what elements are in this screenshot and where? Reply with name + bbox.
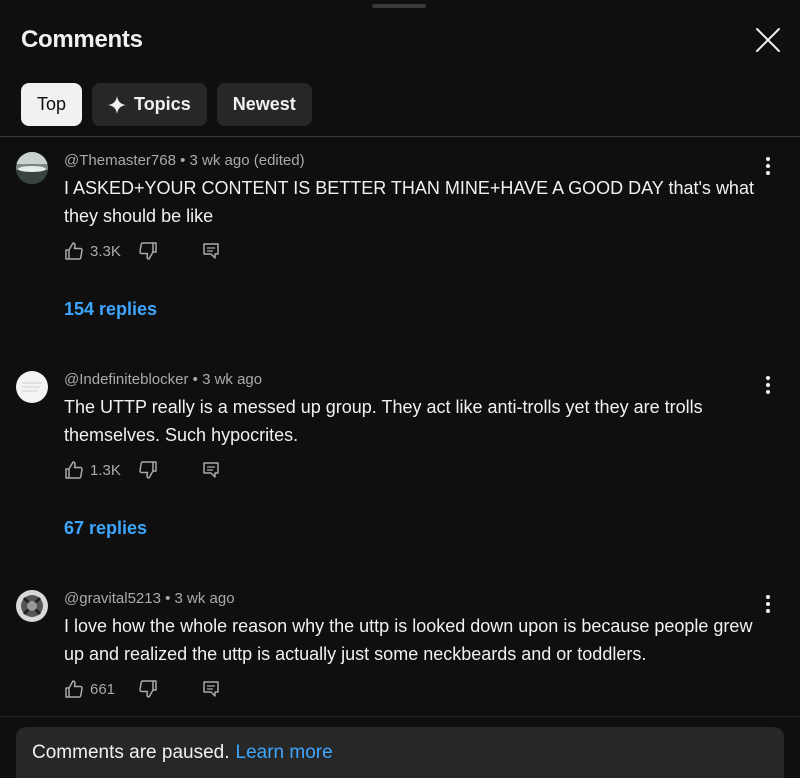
- comment-actions: 3.3K: [64, 240, 220, 262]
- reply-button[interactable]: [202, 461, 220, 479]
- comment-author[interactable]: @Indefiniteblocker: [64, 371, 188, 388]
- learn-more-link[interactable]: Learn more: [236, 742, 333, 764]
- comment-meta: @gravital5213 • 3 wk ago: [64, 590, 235, 607]
- chip-topics[interactable]: Topics: [92, 83, 207, 126]
- comment-time: 3 wk ago: [202, 371, 263, 388]
- like-button[interactable]: 661: [64, 679, 130, 699]
- more-vert-icon: [766, 595, 770, 613]
- close-button[interactable]: [752, 24, 784, 56]
- close-icon: [756, 28, 780, 52]
- avatar[interactable]: [16, 371, 48, 403]
- comment-meta: @Themaster768 • 3 wk ago (edited): [64, 152, 305, 169]
- thumb-up-icon: [65, 680, 83, 698]
- more-options-button[interactable]: [756, 154, 780, 178]
- thumb-down-icon: [139, 242, 157, 260]
- comments-panel: Comments Top Topics Newest @Themaster768…: [0, 0, 800, 778]
- comment-meta: @Indefiniteblocker • 3 wk ago: [64, 371, 263, 388]
- chip-newest[interactable]: Newest: [216, 83, 312, 126]
- like-button[interactable]: 1.3K: [64, 460, 130, 480]
- reply-comment-icon: [203, 681, 219, 697]
- paused-text: Comments are paused.: [32, 741, 230, 763]
- comment-text: The UTTP really is a messed up group. Th…: [64, 397, 703, 445]
- chip-top[interactable]: Top: [21, 83, 83, 126]
- comment-item: @Indefiniteblocker • 3 wk ago The UTTP r…: [0, 371, 800, 571]
- chip-top-label: Top: [37, 94, 67, 114]
- like-count: 661: [90, 680, 116, 698]
- chip-newest-label: Newest: [232, 94, 296, 114]
- more-vert-icon: [766, 376, 770, 394]
- thumb-down-icon: [139, 680, 157, 698]
- reply-button[interactable]: [202, 680, 220, 698]
- more-vert-icon: [766, 157, 770, 175]
- thumb-down-icon: [139, 461, 157, 479]
- sort-chips: Top Topics Newest: [21, 83, 312, 126]
- thumb-up-icon: [65, 242, 83, 260]
- comment-time: 3 wk ago: [174, 590, 235, 607]
- comment-author[interactable]: @gravital5213: [64, 590, 161, 607]
- like-count: 1.3K: [90, 461, 121, 479]
- dislike-button[interactable]: [138, 460, 158, 480]
- thumb-up-icon: [65, 461, 83, 479]
- chip-topics-label: Topics: [134, 94, 191, 114]
- sparkle-icon: [108, 95, 127, 114]
- comment-text: I love how the whole reason why the uttp…: [64, 616, 753, 664]
- comment-time: 3 wk ago (edited): [189, 152, 305, 169]
- reply-button[interactable]: [202, 242, 220, 260]
- more-options-button[interactable]: [756, 592, 780, 616]
- reply-comment-icon: [203, 462, 219, 478]
- comment-actions: 661: [64, 678, 220, 700]
- like-button[interactable]: 3.3K: [64, 241, 130, 261]
- comment-item: @Themaster768 • 3 wk ago (edited) I ASKE…: [0, 152, 800, 352]
- avatar[interactable]: [16, 152, 48, 184]
- replies-toggle[interactable]: 67 replies: [64, 518, 147, 539]
- panel-header: Comments: [0, 0, 800, 80]
- comment-text: I ASKED+YOUR CONTENT IS BETTER THAN MINE…: [64, 178, 754, 226]
- comment-actions: 1.3K: [64, 459, 220, 481]
- like-count: 3.3K: [90, 242, 121, 260]
- header-divider: [0, 136, 800, 137]
- replies-toggle[interactable]: 154 replies: [64, 299, 157, 320]
- comments-paused-banner: Comments are paused. Learn more: [16, 727, 784, 778]
- dislike-button[interactable]: [138, 241, 158, 261]
- reply-comment-icon: [203, 243, 219, 259]
- more-options-button[interactable]: [756, 373, 780, 397]
- comment-author[interactable]: @Themaster768: [64, 152, 176, 169]
- footer-divider: [0, 716, 800, 717]
- avatar[interactable]: [16, 590, 48, 622]
- dislike-button[interactable]: [138, 679, 158, 699]
- panel-title: Comments: [21, 26, 143, 53]
